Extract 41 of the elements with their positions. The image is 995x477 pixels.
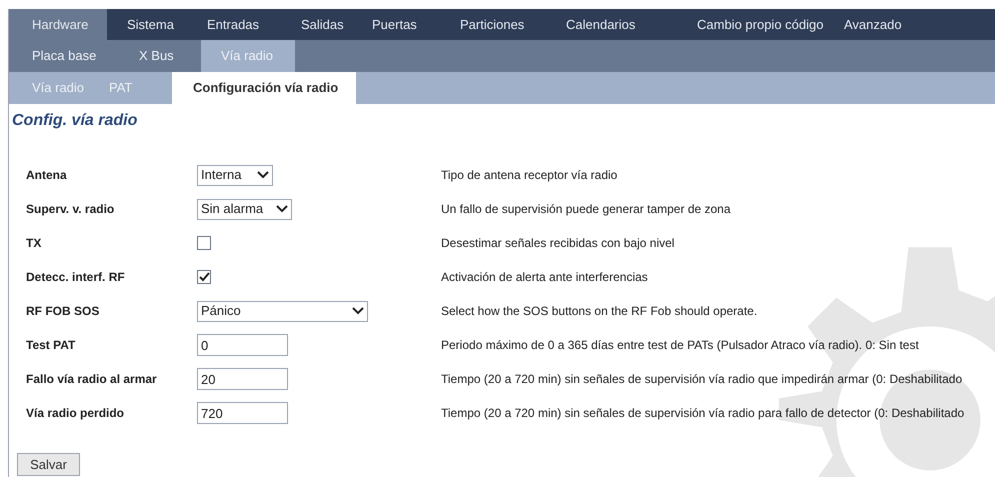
dropdown[interactable]: Interna — [197, 164, 273, 186]
field-description: Tiempo (20 a 720 min) sin señales de supervisión vía radio que impedirán armar (0: Deshabilitado — [441, 371, 962, 388]
dropdown[interactable]: Sin alarma — [197, 198, 292, 220]
input-field[interactable]: 0 — [197, 334, 288, 356]
tab[interactable]: Particiones — [444, 9, 548, 40]
tab[interactable]: Avanzado — [826, 9, 926, 40]
tab[interactable]: Hardware — [9, 9, 107, 40]
field-label: TX — [25, 235, 42, 252]
field-description: Tipo de antena receptor vía radio — [441, 167, 618, 184]
tab[interactable]: Puertas — [354, 9, 444, 40]
dropdown[interactable]: Pánico — [197, 300, 368, 322]
tab[interactable]: Salidas — [278, 9, 354, 40]
tab[interactable]: Configuración vía radio — [172, 72, 356, 104]
field-description: Activación de alerta ante interferencias — [441, 269, 648, 286]
field-label: RF FOB SOS — [25, 303, 100, 320]
input-field[interactable]: 20 — [197, 368, 288, 390]
tab[interactable]: X Bus — [123, 40, 201, 72]
tab[interactable]: Calendarios — [548, 9, 679, 40]
page-title: Config. vía radio — [12, 111, 138, 131]
field-label: Test PAT — [25, 337, 76, 354]
field-label: Detecc. interf. RF — [25, 269, 126, 286]
tab[interactable]: Entradas — [185, 9, 278, 40]
checkbox[interactable] — [197, 270, 211, 284]
field-label: Superv. v. radio — [25, 201, 116, 218]
chevron-down-icon — [276, 205, 288, 213]
field-description: Tiempo (20 a 720 min) sin señales de supervisión vía radio para fallo de detector (0: Deshabilitado — [441, 405, 964, 422]
chevron-down-icon — [257, 171, 269, 179]
tab[interactable]: Sistema — [107, 9, 185, 40]
chevron-down-icon — [352, 307, 364, 315]
field-description: Desestimar señales recibidas con bajo nivel — [441, 235, 674, 252]
field-label: Vía radio perdido — [25, 405, 126, 422]
field-description: Periodo máximo de 0 a 365 días entre test de PATs (Pulsador Atraco vía radio). 0: Sin test — [441, 337, 919, 354]
save-button[interactable]: Salvar — [17, 453, 80, 476]
tab[interactable]: Cambio propio código — [679, 9, 826, 40]
field-label: Fallo vía radio al armar — [25, 371, 158, 388]
tab[interactable]: Placa base — [9, 40, 123, 72]
field-description: Un fallo de supervisión puede generar tamper de zona — [441, 201, 731, 218]
checkbox[interactable] — [197, 236, 211, 250]
input-field[interactable]: 720 — [197, 402, 288, 424]
field-description: Select how the SOS buttons on the RF Fob should operate. — [441, 303, 758, 320]
field-label: Antena — [25, 167, 68, 184]
